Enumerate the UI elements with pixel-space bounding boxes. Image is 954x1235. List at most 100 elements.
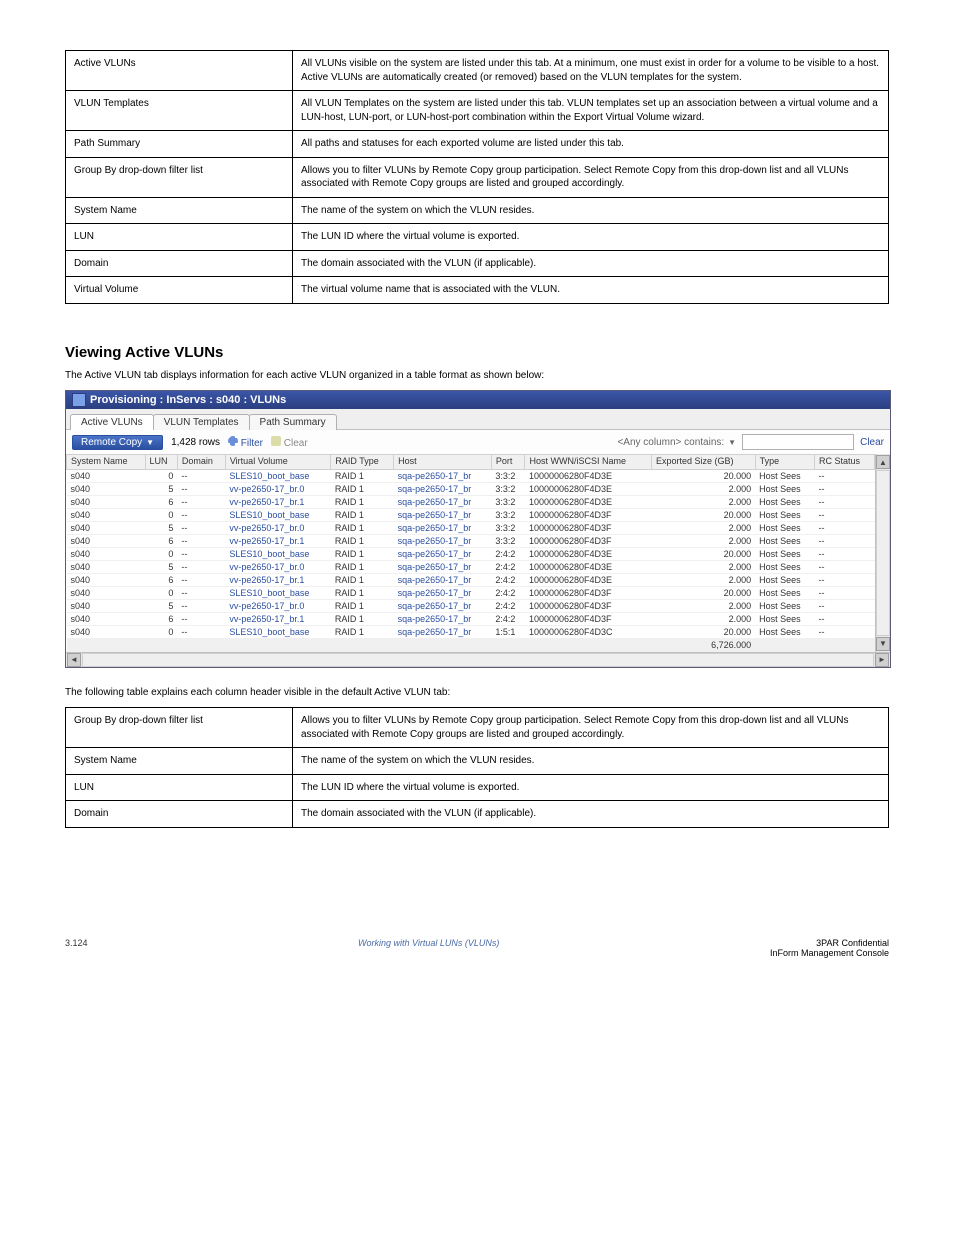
table-row[interactable]: s0400--SLES10_boot_baseRAID 1sqa-pe2650-…: [67, 547, 875, 560]
glossary-row: VLUN TemplatesAll VLUN Templates on the …: [66, 91, 889, 131]
cell-wwn: 10000006280F4D3E: [525, 495, 651, 508]
cell-rc: --: [815, 599, 875, 612]
glossary-desc: All VLUNs visible on the system are list…: [293, 51, 889, 91]
cell-virtual-volume: vv-pe2650-17_br.1: [225, 612, 331, 625]
cell-wwn: 10000006280F4D3E: [525, 560, 651, 573]
cell-domain: --: [177, 586, 225, 599]
horizontal-scrollbar[interactable]: ◄ ►: [66, 652, 890, 667]
cell-system: s040: [67, 508, 146, 521]
scroll-down-arrow[interactable]: ▼: [876, 637, 890, 651]
glossary-term: Group By drop-down filter list: [66, 708, 293, 748]
column-header[interactable]: RAID Type: [331, 455, 394, 470]
scroll-track[interactable]: [82, 653, 874, 667]
table-row[interactable]: s0405--vv-pe2650-17_br.0RAID 1sqa-pe2650…: [67, 521, 875, 534]
cell-port: 3:3:2: [491, 534, 525, 547]
cell-wwn: 10000006280F4D3F: [525, 521, 651, 534]
cell-domain: --: [177, 469, 225, 482]
table-row[interactable]: s0406--vv-pe2650-17_br.1RAID 1sqa-pe2650…: [67, 534, 875, 547]
table-row[interactable]: s0406--vv-pe2650-17_br.1RAID 1sqa-pe2650…: [67, 573, 875, 586]
glossary-row: Active VLUNsAll VLUNs visible on the sys…: [66, 51, 889, 91]
column-header[interactable]: System Name: [67, 455, 146, 470]
column-header[interactable]: Host: [394, 455, 492, 470]
glossary-row: System NameThe name of the system on whi…: [66, 197, 889, 224]
totals-row: 6,726.000: [67, 638, 875, 651]
glossary-desc: The LUN ID where the virtual volume is e…: [293, 774, 889, 801]
cell-raid: RAID 1: [331, 560, 394, 573]
cell-domain: --: [177, 560, 225, 573]
scroll-right-arrow[interactable]: ►: [875, 653, 889, 667]
cell-virtual-volume: vv-pe2650-17_br.1: [225, 495, 331, 508]
cell-virtual-volume: vv-pe2650-17_br.1: [225, 573, 331, 586]
column-header[interactable]: RC Status: [815, 455, 875, 470]
glossary-term: System Name: [66, 748, 293, 775]
column-header[interactable]: Virtual Volume: [225, 455, 331, 470]
cell-raid: RAID 1: [331, 599, 394, 612]
table-row[interactable]: s0405--vv-pe2650-17_br.0RAID 1sqa-pe2650…: [67, 560, 875, 573]
column-header[interactable]: Exported Size (GB): [651, 455, 755, 470]
window-title: Provisioning : InServs : s040 : VLUNs: [90, 394, 286, 406]
cell-raid: RAID 1: [331, 495, 394, 508]
cell-virtual-volume: vv-pe2650-17_br.1: [225, 534, 331, 547]
column-header[interactable]: Port: [491, 455, 525, 470]
column-header[interactable]: Host WWN/iSCSI Name: [525, 455, 651, 470]
clear-search-link[interactable]: Clear: [860, 437, 884, 448]
cell-wwn: 10000006280F4D3F: [525, 586, 651, 599]
table-row[interactable]: s0400--SLES10_boot_baseRAID 1sqa-pe2650-…: [67, 508, 875, 521]
glossary-desc: The name of the system on which the VLUN…: [293, 197, 889, 224]
cell-raid: RAID 1: [331, 469, 394, 482]
glossary-term: LUN: [66, 224, 293, 251]
tab-vlun-templates[interactable]: VLUN Templates: [153, 414, 250, 430]
cell-rc: --: [815, 482, 875, 495]
clear-filter-button[interactable]: Clear: [271, 436, 308, 449]
cell-port: 1:5:1: [491, 625, 525, 638]
cell-virtual-volume: SLES10_boot_base: [225, 586, 331, 599]
group-by-dropdown[interactable]: Remote Copy ▼: [72, 435, 163, 450]
cell-type: Host Sees: [755, 495, 814, 508]
glossary-term: Domain: [66, 250, 293, 277]
table-row[interactable]: s0406--vv-pe2650-17_br.1RAID 1sqa-pe2650…: [67, 612, 875, 625]
cell-lun: 5: [145, 521, 177, 534]
cell-domain: --: [177, 547, 225, 560]
search-input[interactable]: [742, 434, 854, 450]
scroll-up-arrow[interactable]: ▲: [876, 455, 890, 469]
any-column-dropdown[interactable]: <Any column> contains: ▼: [617, 437, 736, 448]
table-row[interactable]: s0400--SLES10_boot_baseRAID 1sqa-pe2650-…: [67, 625, 875, 638]
table-row[interactable]: s0406--vv-pe2650-17_br.1RAID 1sqa-pe2650…: [67, 495, 875, 508]
cell-type: Host Sees: [755, 560, 814, 573]
table-row[interactable]: s0405--vv-pe2650-17_br.0RAID 1sqa-pe2650…: [67, 599, 875, 612]
cell-system: s040: [67, 547, 146, 560]
table-row[interactable]: s0405--vv-pe2650-17_br.0RAID 1sqa-pe2650…: [67, 482, 875, 495]
filter-button[interactable]: Filter: [228, 436, 263, 449]
cell-size: 2.000: [651, 573, 755, 586]
group-by-label: Remote Copy: [81, 437, 142, 448]
cell-port: 2:4:2: [491, 599, 525, 612]
cell-type: Host Sees: [755, 482, 814, 495]
cell-host: sqa-pe2650-17_br: [394, 508, 492, 521]
tab-path-summary[interactable]: Path Summary: [249, 414, 337, 430]
scroll-left-arrow[interactable]: ◄: [67, 653, 81, 667]
cell-host: sqa-pe2650-17_br: [394, 547, 492, 560]
cell-port: 2:4:2: [491, 560, 525, 573]
cell-size: 20.000: [651, 547, 755, 560]
table-row[interactable]: s0400--SLES10_boot_baseRAID 1sqa-pe2650-…: [67, 586, 875, 599]
column-header[interactable]: Domain: [177, 455, 225, 470]
toolbar: Remote Copy ▼ 1,428 rows Filter Clear <A…: [66, 430, 890, 454]
vertical-scrollbar[interactable]: ▲ ▼: [875, 454, 890, 652]
cell-domain: --: [177, 495, 225, 508]
column-header[interactable]: Type: [755, 455, 814, 470]
cell-raid: RAID 1: [331, 625, 394, 638]
glossary-term: System Name: [66, 197, 293, 224]
cell-rc: --: [815, 534, 875, 547]
table-row[interactable]: s0400--SLES10_boot_baseRAID 1sqa-pe2650-…: [67, 469, 875, 482]
section-paragraph: The Active VLUN tab displays information…: [65, 369, 889, 383]
page-footer: 3.124 Working with Virtual LUNs (VLUNs) …: [0, 938, 954, 978]
scroll-track[interactable]: [876, 470, 890, 636]
cell-port: 3:3:2: [491, 508, 525, 521]
glossary-desc: The domain associated with the VLUN (if …: [293, 801, 889, 828]
cell-rc: --: [815, 586, 875, 599]
tab-active-vluns[interactable]: Active VLUNs: [70, 414, 154, 430]
cell-raid: RAID 1: [331, 586, 394, 599]
glossary-row: System NameThe name of the system on whi…: [66, 748, 889, 775]
column-header[interactable]: LUN: [145, 455, 177, 470]
filter-label: Filter: [241, 438, 263, 449]
